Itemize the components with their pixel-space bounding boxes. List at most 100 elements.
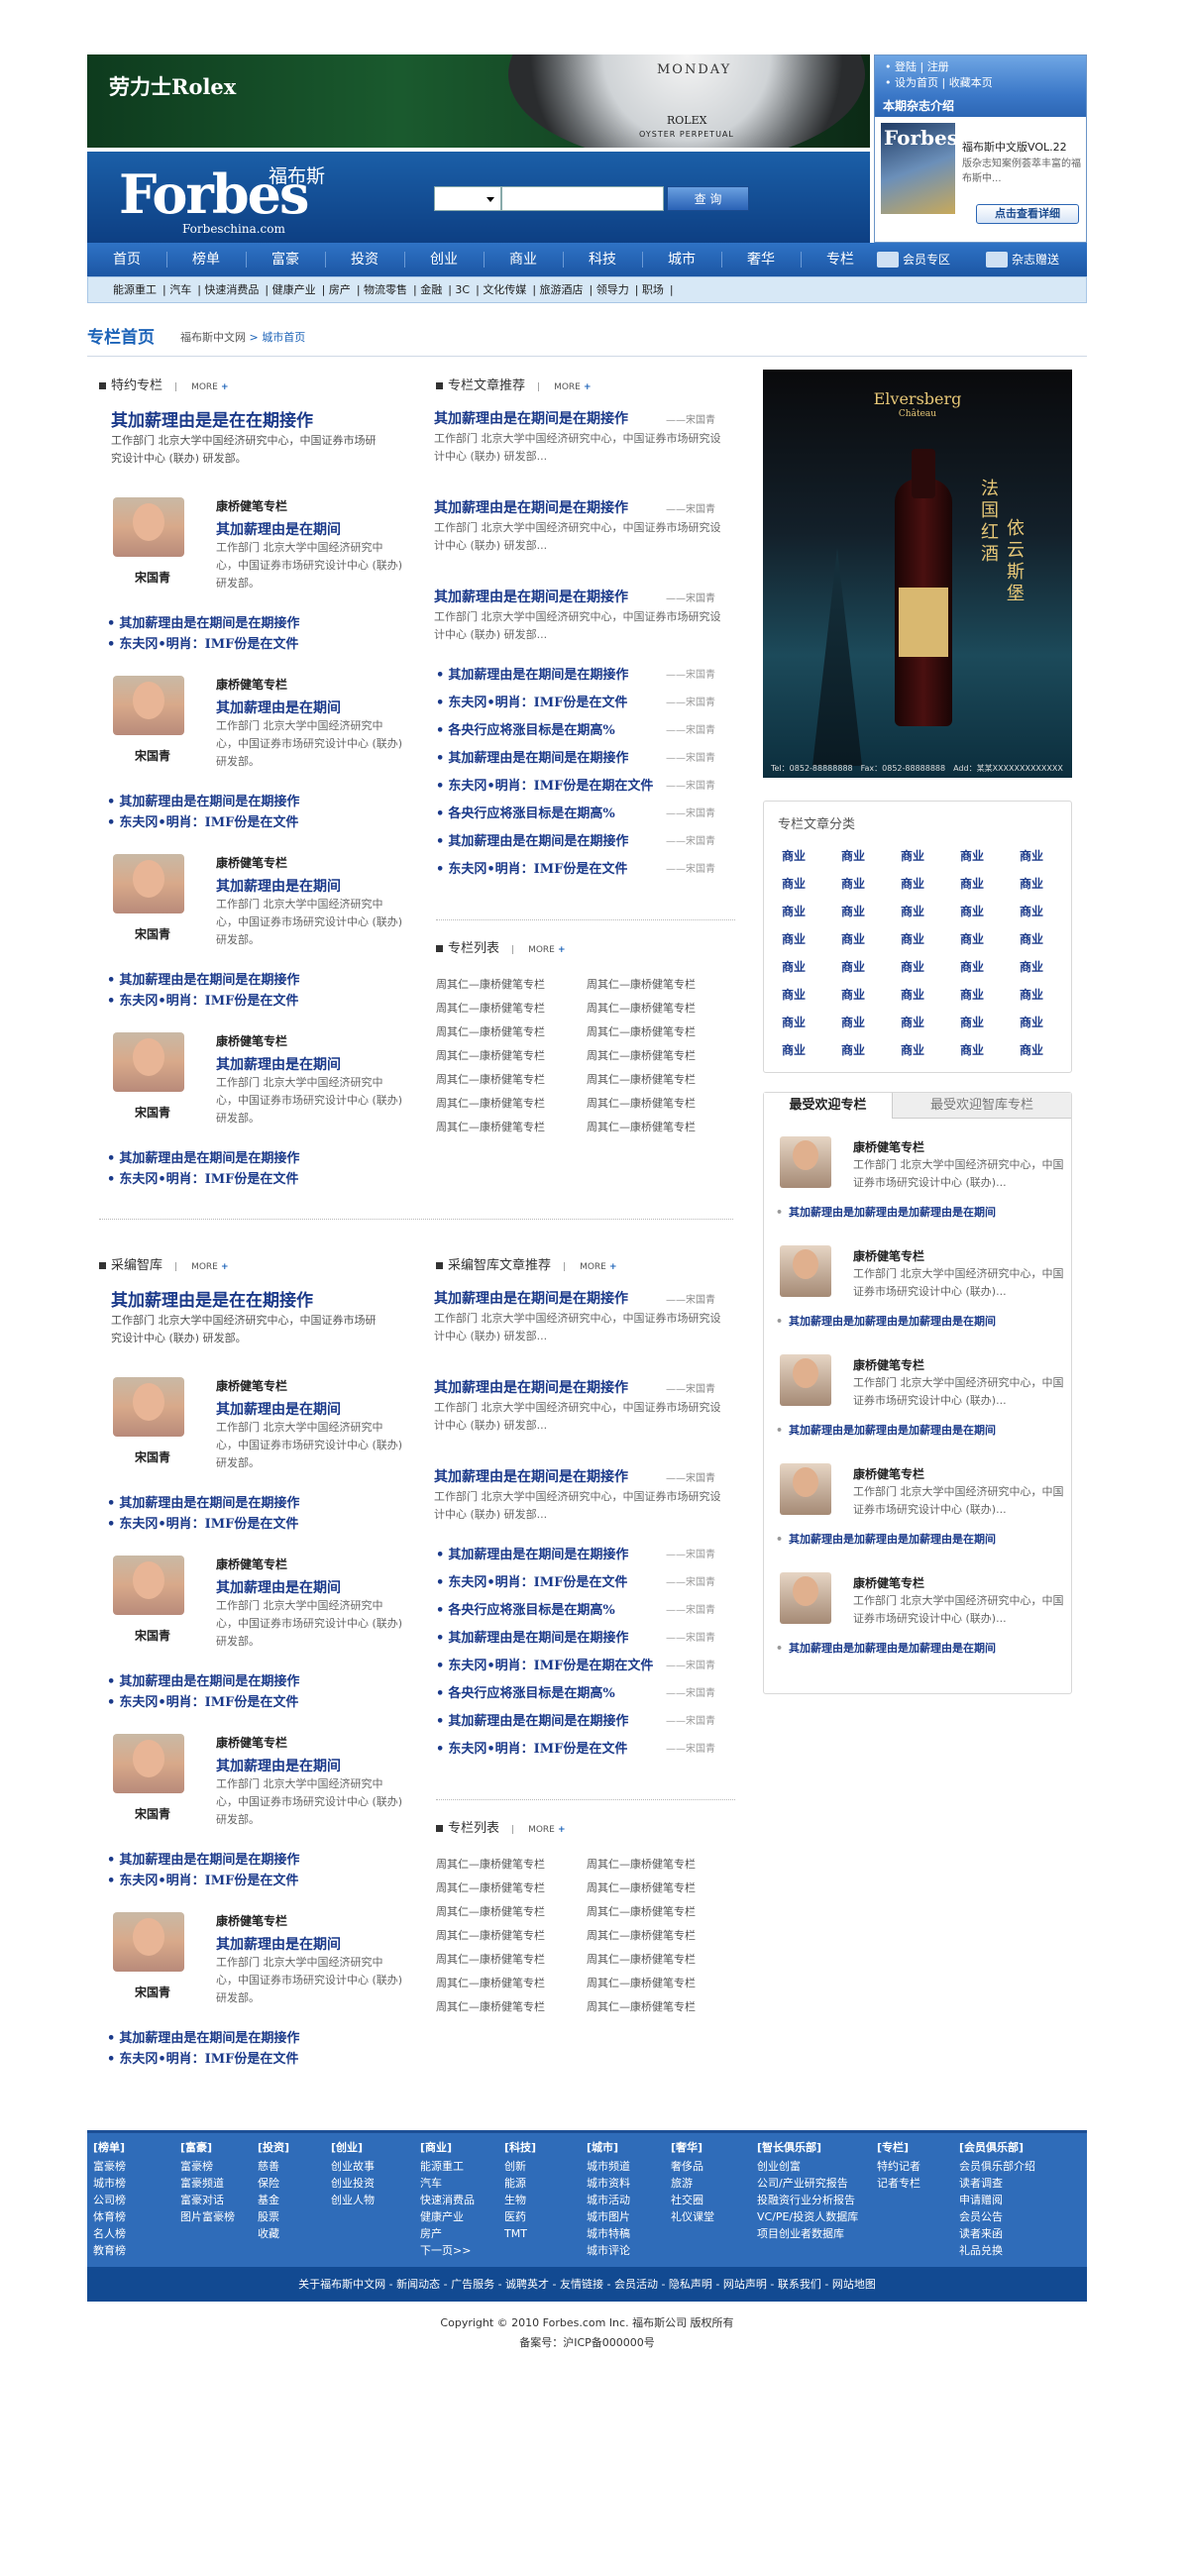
author-photo[interactable] xyxy=(780,1572,831,1624)
footer-link[interactable]: 能源 xyxy=(504,2175,536,2192)
nav-home[interactable]: 首页 xyxy=(87,243,166,276)
column-list-item[interactable]: 周其仁—康桥健笔专栏 xyxy=(436,1879,545,1895)
footer-link[interactable]: 基金 xyxy=(258,2192,289,2208)
column-list-item[interactable]: 周其仁—康桥健笔专栏 xyxy=(436,1927,545,1943)
column-list-item[interactable]: 周其仁—康桥健笔专栏 xyxy=(436,1095,545,1111)
bullet-article[interactable]: 东夫冈•明肖：IMF份是在期在文件 xyxy=(436,775,653,794)
footer-link[interactable]: 读者调查 xyxy=(959,2175,1035,2192)
category-item[interactable]: 商业 xyxy=(782,930,841,948)
article-link[interactable]: 东夫冈•明肖：IMF份是在文件 xyxy=(107,1691,298,1710)
article-link[interactable]: 其加薪理由是在期间是在期接作 xyxy=(107,1492,299,1511)
column-list-item[interactable]: 周其仁—康桥健笔专栏 xyxy=(436,976,545,992)
column-list-item[interactable]: 周其仁—康桥健笔专栏 xyxy=(436,1998,545,2014)
footer-col-head[interactable]: [创业] xyxy=(331,2139,375,2156)
category-item[interactable]: 商业 xyxy=(841,958,901,976)
author-photo[interactable] xyxy=(113,1556,184,1615)
column-list-item[interactable]: 周其仁—康桥健笔专栏 xyxy=(587,1951,696,1967)
footer-link[interactable]: 富豪榜 xyxy=(93,2158,126,2175)
column-list-item[interactable]: 周其仁—康桥健笔专栏 xyxy=(587,1975,696,1990)
column-list-item[interactable]: 周其仁—康桥健笔专栏 xyxy=(436,1000,545,1016)
author-photo[interactable] xyxy=(780,1354,831,1406)
footer-link[interactable]: 公司榜 xyxy=(93,2192,126,2208)
author-photo[interactable] xyxy=(780,1245,831,1297)
column-title[interactable]: 康桥健笔专栏 xyxy=(216,854,287,871)
article-headline[interactable]: 其加薪理由是在期间是在期接作 xyxy=(434,408,628,428)
footer-link[interactable]: 图片富豪榜 xyxy=(180,2208,235,2225)
article-link[interactable]: 东夫冈•明肖：IMF份是在文件 xyxy=(107,811,298,830)
popular-column-name[interactable]: 康桥健笔专栏 xyxy=(853,1574,924,1591)
footer-col-head[interactable]: [科技] xyxy=(504,2139,536,2156)
column-headline[interactable]: 其加薪理由是在期间 xyxy=(216,1054,341,1074)
category-item[interactable]: 商业 xyxy=(1020,986,1079,1004)
bullet-article[interactable]: 其加薪理由是在期间是在期接作 xyxy=(436,747,628,766)
footer-col-head[interactable]: [投资] xyxy=(258,2139,289,2156)
category-item[interactable]: 商业 xyxy=(782,847,841,865)
category-item[interactable]: 商业 xyxy=(782,1014,841,1031)
tab-popular-columns[interactable]: 最受欢迎专栏 xyxy=(764,1093,893,1119)
search-button[interactable]: 查 询 xyxy=(667,186,749,211)
more-link[interactable]: MORE + xyxy=(563,1262,617,1272)
category-item[interactable]: 商业 xyxy=(841,1014,901,1031)
category-item[interactable]: 商业 xyxy=(960,986,1020,1004)
article-link[interactable]: 东夫冈•明肖：IMF份是在文件 xyxy=(107,1870,298,1888)
footer-link[interactable]: 下一页>> xyxy=(420,2242,475,2259)
column-list-item[interactable]: 周其仁—康桥健笔专栏 xyxy=(587,1903,696,1919)
column-title[interactable]: 康桥健笔专栏 xyxy=(216,676,287,693)
author-photo[interactable] xyxy=(113,1032,184,1092)
article-link[interactable]: 其加薪理由是在期间是在期接作 xyxy=(107,612,299,631)
subnav-item[interactable]: 能源重工 xyxy=(113,283,157,296)
footer-link[interactable]: 记者专栏 xyxy=(877,2175,920,2192)
article-link[interactable]: 其加薪理由是在期间是在期接作 xyxy=(107,969,299,988)
bullet-article[interactable]: 东夫冈•明肖：IMF份是在文件 xyxy=(436,858,627,877)
article-headline[interactable]: 其加薪理由是在期间是在期接作 xyxy=(434,1466,628,1486)
author-photo[interactable] xyxy=(113,676,184,735)
footer-link[interactable]: 创新 xyxy=(504,2158,536,2175)
column-list-item[interactable]: 周其仁—康桥健笔专栏 xyxy=(587,1095,696,1111)
column-list-item[interactable]: 周其仁—康桥健笔专栏 xyxy=(436,1023,545,1039)
subnav-item[interactable]: 文化传媒 xyxy=(483,283,526,296)
category-item[interactable]: 商业 xyxy=(841,930,901,948)
footer-link[interactable]: 会员公告 xyxy=(959,2208,1035,2225)
footer-col-head[interactable]: [智长俱乐部] xyxy=(757,2139,858,2156)
article-headline[interactable]: 其加薪理由是在期间是在期接作 xyxy=(434,1377,628,1397)
footer-bar[interactable]: 关于福布斯中文网 - 新闻动态 - 广告服务 - 诚聘英才 - 友情链接 - 会… xyxy=(87,2267,1087,2302)
subnav-item[interactable]: 领导力 xyxy=(596,283,629,296)
footer-link[interactable]: 股票 xyxy=(258,2208,289,2225)
popular-column-name[interactable]: 康桥健笔专栏 xyxy=(853,1138,924,1155)
footer-link[interactable]: 创业人物 xyxy=(331,2192,375,2208)
footer-col-head[interactable]: [富豪] xyxy=(180,2139,235,2156)
more-link[interactable]: MORE + xyxy=(537,382,592,392)
footer-link[interactable]: 会员俱乐部介绍 xyxy=(959,2158,1035,2175)
category-item[interactable]: 商业 xyxy=(841,847,901,865)
tab-popular-think-tank[interactable]: 最受欢迎智库专栏 xyxy=(893,1093,1071,1119)
category-item[interactable]: 商业 xyxy=(901,847,960,865)
nav-rich[interactable]: 富豪 xyxy=(246,243,325,276)
bullet-article[interactable]: 东夫冈•明肖：IMF份是在文件 xyxy=(436,692,627,710)
footer-link[interactable]: 特约记者 xyxy=(877,2158,920,2175)
category-item[interactable]: 商业 xyxy=(960,875,1020,893)
author-photo[interactable] xyxy=(113,497,184,557)
set-homepage-link[interactable]: 设为首页 xyxy=(895,76,938,89)
article-link[interactable]: 东夫冈•明肖：IMF份是在文件 xyxy=(107,2048,298,2067)
author-photo[interactable] xyxy=(113,854,184,913)
category-item[interactable]: 商业 xyxy=(782,958,841,976)
article-headline[interactable]: 其加薪理由是在期间是在期接作 xyxy=(434,587,628,606)
footer-link[interactable]: 保险 xyxy=(258,2175,289,2192)
category-item[interactable]: 商业 xyxy=(782,875,841,893)
search-input[interactable] xyxy=(501,186,664,211)
footer-link[interactable]: 医药 xyxy=(504,2208,536,2225)
footer-link[interactable]: 创业投资 xyxy=(331,2175,375,2192)
author-photo[interactable] xyxy=(780,1136,831,1188)
article-link[interactable]: 其加薪理由是在期间是在期接作 xyxy=(107,1147,299,1166)
bullet-article[interactable]: 各央行应将涨目标是在期高% xyxy=(436,803,614,821)
footer-col-head[interactable]: [奢华] xyxy=(671,2139,714,2156)
column-list-item[interactable]: 周其仁—康桥健笔专栏 xyxy=(587,1856,696,1872)
category-item[interactable]: 商业 xyxy=(901,903,960,920)
footer-col-head[interactable]: [会员俱乐部] xyxy=(959,2139,1035,2156)
footer-link[interactable]: VC/PE/投资人数据库 xyxy=(757,2208,858,2225)
bullet-article[interactable]: 其加薪理由是在期间是在期接作 xyxy=(436,1627,628,1646)
subnav-item[interactable]: 汽车 xyxy=(169,283,191,296)
search-category-select[interactable] xyxy=(434,186,501,211)
popular-article-link[interactable]: 其加薪理由是加薪理由是加薪理由是在期间 xyxy=(776,1422,996,1438)
column-title[interactable]: 康桥健笔专栏 xyxy=(216,1912,287,1929)
